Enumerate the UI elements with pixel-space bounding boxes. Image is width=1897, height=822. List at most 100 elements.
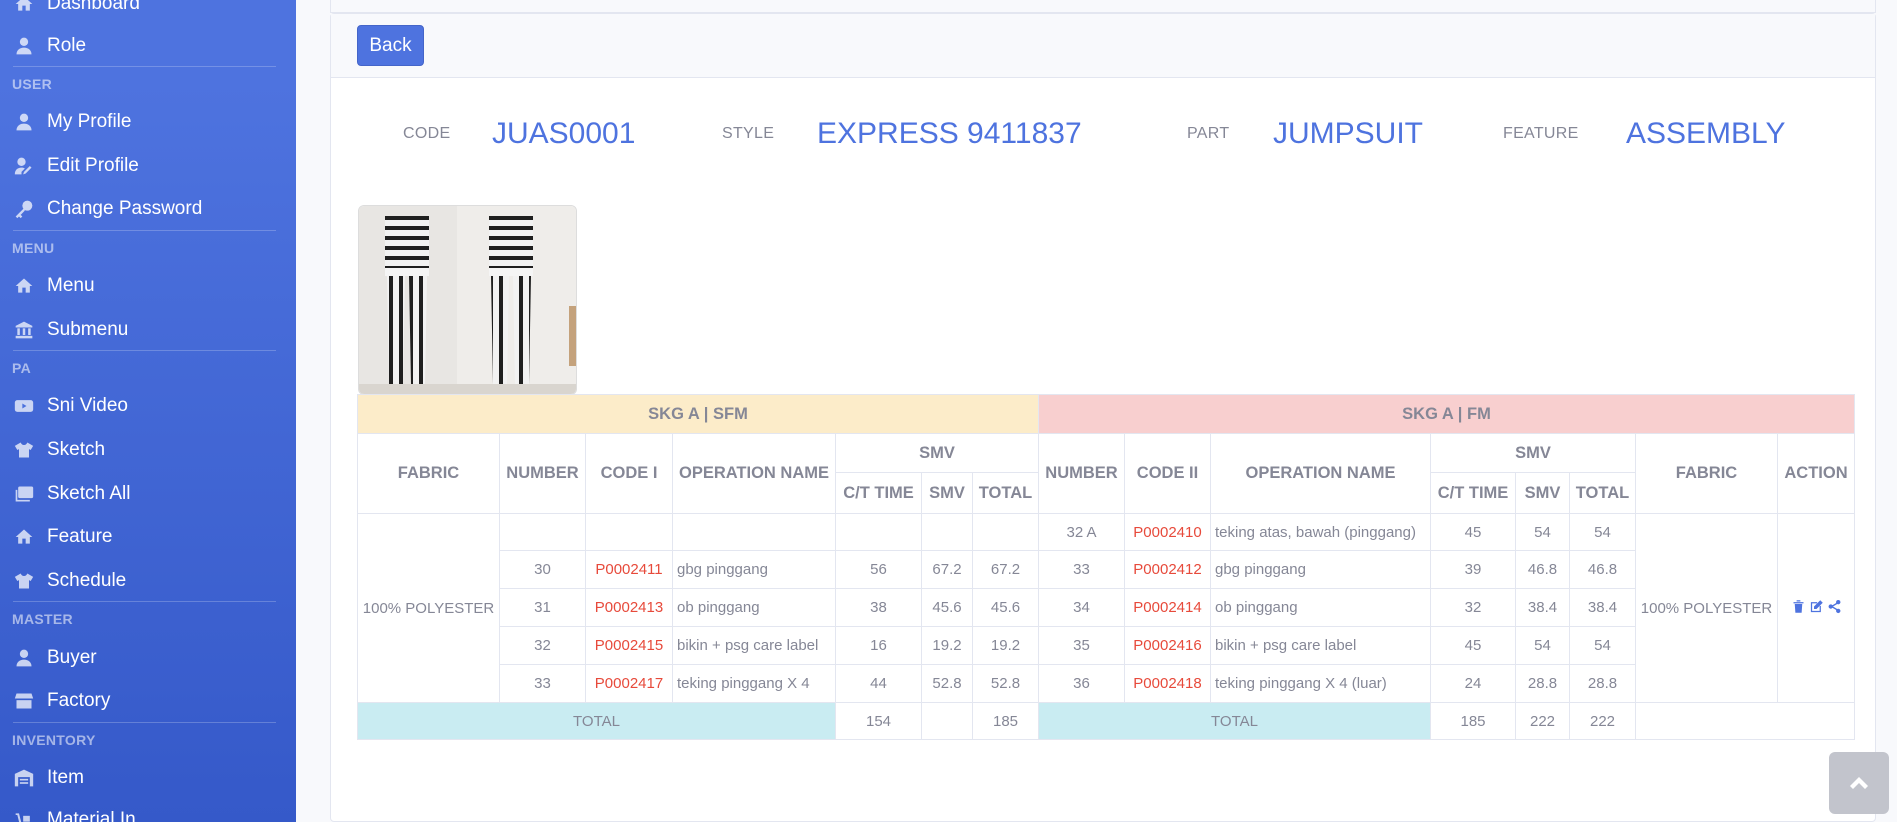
cell-operation: teking pinggang X 4 (luar) — [1210, 664, 1431, 703]
images-icon — [13, 483, 35, 505]
cell-smv: 38.4 — [1515, 588, 1570, 627]
cell-total: 54 — [1569, 513, 1636, 551]
total-empty — [1635, 702, 1855, 740]
cell-code: P0002416 — [1124, 626, 1211, 665]
sidebar-item-sketch-all[interactable]: Sketch All — [0, 474, 296, 514]
cell-smv: 52.8 — [921, 664, 973, 703]
sidebar-item-menu[interactable]: Menu — [0, 266, 296, 306]
sidebar-divider — [13, 722, 276, 723]
sidebar-item-submenu[interactable]: Submenu — [0, 310, 296, 350]
chevron-up-icon — [1850, 777, 1868, 789]
sidebar-item-role[interactable]: Role — [0, 26, 296, 66]
home-icon — [13, 526, 35, 548]
sidebar-item-label: Factory — [47, 690, 111, 711]
cell-operation: gbg pinggang — [1210, 550, 1431, 589]
key-icon — [13, 198, 35, 220]
cell-operation: teking atas, bawah (pinggang) — [1210, 513, 1431, 551]
cell-total: 45.6 — [972, 588, 1039, 627]
cell-code: P0002410 — [1124, 513, 1211, 551]
sidebar-heading-inventory: INVENTORY — [12, 732, 96, 748]
table-row: 32 P0002415 bikin + psg care label 16 19… — [358, 626, 1855, 665]
sidebar-item-change-password[interactable]: Change Password — [0, 189, 296, 229]
cell-number: 31 — [499, 588, 586, 627]
sidebar-item-sni-video[interactable]: Sni Video — [0, 386, 296, 426]
sidebar-item-factory[interactable]: Factory — [0, 681, 296, 721]
fabric-cell-left: 100% POLYESTER — [357, 513, 500, 703]
feature-label: FEATURE — [1503, 125, 1579, 142]
cell-ct-time — [835, 513, 922, 551]
sidebar-item-schedule[interactable]: Schedule — [0, 561, 296, 601]
user-edit-icon — [13, 155, 35, 177]
sidebar-item-my-profile[interactable]: My Profile — [0, 102, 296, 142]
col-smv: SMV — [921, 472, 973, 514]
sidebar-item-label: Dashboard — [47, 0, 140, 14]
total-total-right: 222 — [1569, 702, 1636, 740]
share-icon[interactable] — [1827, 599, 1842, 618]
sidebar: Dashboard Role USER My Profile Edit Prof… — [0, 0, 296, 822]
sidebar-divider — [13, 66, 276, 67]
cell-ct-time: 45 — [1430, 626, 1516, 665]
sidebar-item-material-in[interactable]: Material In — [0, 800, 296, 822]
total-ct-left: 154 — [835, 702, 922, 740]
total-label-right: TOTAL — [1038, 702, 1431, 740]
col-operation-name: OPERATION NAME — [1210, 433, 1431, 514]
edit-icon[interactable] — [1809, 599, 1824, 618]
cell-operation: teking pinggang X 4 — [672, 664, 836, 703]
cell-ct-time: 45 — [1430, 513, 1516, 551]
back-button[interactable]: Back — [357, 25, 424, 66]
sidebar-item-edit-profile[interactable]: Edit Profile — [0, 146, 296, 186]
sidebar-item-item[interactable]: Item — [0, 758, 296, 798]
cell-operation: ob pinggang — [1210, 588, 1431, 627]
sidebar-divider — [13, 350, 276, 351]
cell-smv — [921, 513, 973, 551]
sidebar-heading-pa: PA — [12, 360, 32, 376]
sidebar-item-label: Submenu — [47, 319, 129, 340]
cell-smv: 46.8 — [1515, 550, 1570, 589]
part-label: PART — [1187, 125, 1230, 142]
trash-icon[interactable] — [1791, 599, 1806, 618]
table-row: 33 P0002417 teking pinggang X 4 44 52.8 … — [358, 664, 1855, 703]
store-icon — [13, 690, 35, 712]
group-fm-header: SKG A | FM — [1038, 394, 1855, 434]
cell-code: P0002413 — [585, 588, 673, 627]
sidebar-item-label: Schedule — [47, 570, 127, 591]
col-total: TOTAL — [972, 472, 1039, 514]
col-code-i: CODE I — [585, 433, 673, 514]
col-fabric: FABRIC — [357, 433, 500, 514]
sidebar-item-feature[interactable]: Feature — [0, 517, 296, 557]
cell-number: 30 — [499, 550, 586, 589]
cell-ct-time: 56 — [835, 550, 922, 589]
sidebar-item-label: Sketch — [47, 439, 106, 460]
scroll-to-top-button[interactable] — [1829, 752, 1889, 814]
cell-smv: 28.8 — [1515, 664, 1570, 703]
sidebar-item-label: My Profile — [47, 111, 132, 132]
totals-row: TOTAL 154 185 TOTAL 185 222 222 — [357, 702, 1855, 740]
sidebar-item-dashboard[interactable]: Dashboard — [0, 0, 296, 24]
cell-operation: gbg pinggang — [672, 550, 836, 589]
code-value: JUAS0001 — [492, 117, 636, 150]
cell-code: P0002418 — [1124, 664, 1211, 703]
sidebar-divider — [13, 601, 276, 602]
col-number: NUMBER — [1038, 433, 1125, 514]
sidebar-item-label: Buyer — [47, 647, 97, 668]
cell-smv: 67.2 — [921, 550, 973, 589]
cell-total: 46.8 — [1569, 550, 1636, 589]
jumpsuit-photo — [359, 206, 576, 394]
university-icon — [13, 319, 35, 341]
sidebar-item-label: Sni Video — [47, 395, 128, 416]
col-operation-name: OPERATION NAME — [672, 433, 836, 514]
sidebar-item-label: Item — [47, 767, 84, 788]
cell-ct-time: 32 — [1430, 588, 1516, 627]
sidebar-item-buyer[interactable]: Buyer — [0, 638, 296, 678]
user-tie-icon — [13, 35, 35, 57]
cell-total: 67.2 — [972, 550, 1039, 589]
cell-ct-time: 16 — [835, 626, 922, 665]
sidebar-item-sketch[interactable]: Sketch — [0, 430, 296, 470]
style-label: STYLE — [722, 125, 775, 142]
cell-code: P0002415 — [585, 626, 673, 665]
user-icon — [13, 111, 35, 133]
col-fabric: FABRIC — [1635, 433, 1778, 514]
cell-ct-time: 38 — [835, 588, 922, 627]
product-photo[interactable] — [358, 205, 577, 395]
cell-code: P0002411 — [585, 550, 673, 589]
